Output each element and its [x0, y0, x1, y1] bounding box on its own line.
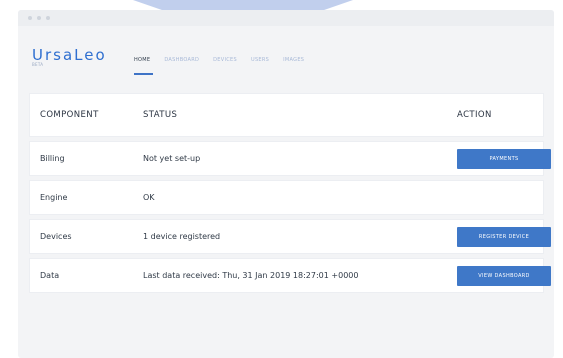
top-navigation: UrsaLeo BETA HOME DASHBOARD DEVICES USER… — [18, 26, 554, 84]
tab-dashboard[interactable]: DASHBOARD — [164, 56, 199, 64]
register-device-button[interactable]: REGISTER DEVICE — [457, 226, 551, 247]
column-header-action: ACTION — [457, 110, 492, 120]
nav-tabs: HOME DASHBOARD DEVICES USERS IMAGES — [134, 56, 304, 75]
tab-home[interactable]: HOME — [134, 56, 154, 75]
view-dashboard-button[interactable]: VIEW DASHBOARD — [457, 265, 551, 286]
table-header-row: COMPONENT STATUS ACTION — [30, 94, 543, 136]
component-status: 1 device registered — [143, 231, 221, 241]
window-titlebar — [18, 10, 554, 26]
status-table: COMPONENT STATUS ACTION Billing Not yet … — [30, 94, 551, 298]
brand-name: UrsaLeo — [32, 46, 107, 64]
column-header-component: COMPONENT — [40, 110, 99, 120]
component-name: Billing — [40, 153, 65, 163]
app-window: UrsaLeo BETA HOME DASHBOARD DEVICES USER… — [18, 10, 554, 358]
table-row: Billing Not yet set-up PAYMENTS — [30, 142, 551, 175]
window-control-dot[interactable] — [28, 16, 32, 20]
table-row: Data Last data received: Thu, 31 Jan 201… — [30, 259, 551, 292]
tab-devices[interactable]: DEVICES — [213, 56, 237, 64]
column-header-status: STATUS — [143, 110, 178, 120]
payments-button[interactable]: PAYMENTS — [457, 148, 551, 169]
component-name: Devices — [40, 231, 72, 241]
component-status: Not yet set-up — [143, 153, 201, 163]
component-name: Data — [40, 270, 60, 280]
table-row: Devices 1 device registered REGISTER DEV… — [30, 220, 551, 253]
table-row: Engine OK — [30, 181, 543, 214]
component-status: OK — [143, 192, 155, 202]
component-status: Last data received: Thu, 31 Jan 2019 18:… — [143, 270, 359, 280]
tab-images[interactable]: IMAGES — [283, 56, 304, 64]
window-control-dot[interactable] — [46, 16, 50, 20]
window-control-dot[interactable] — [37, 16, 41, 20]
component-name: Engine — [40, 192, 68, 202]
brand-logo[interactable]: UrsaLeo BETA — [32, 47, 107, 68]
tab-users[interactable]: USERS — [251, 56, 269, 64]
